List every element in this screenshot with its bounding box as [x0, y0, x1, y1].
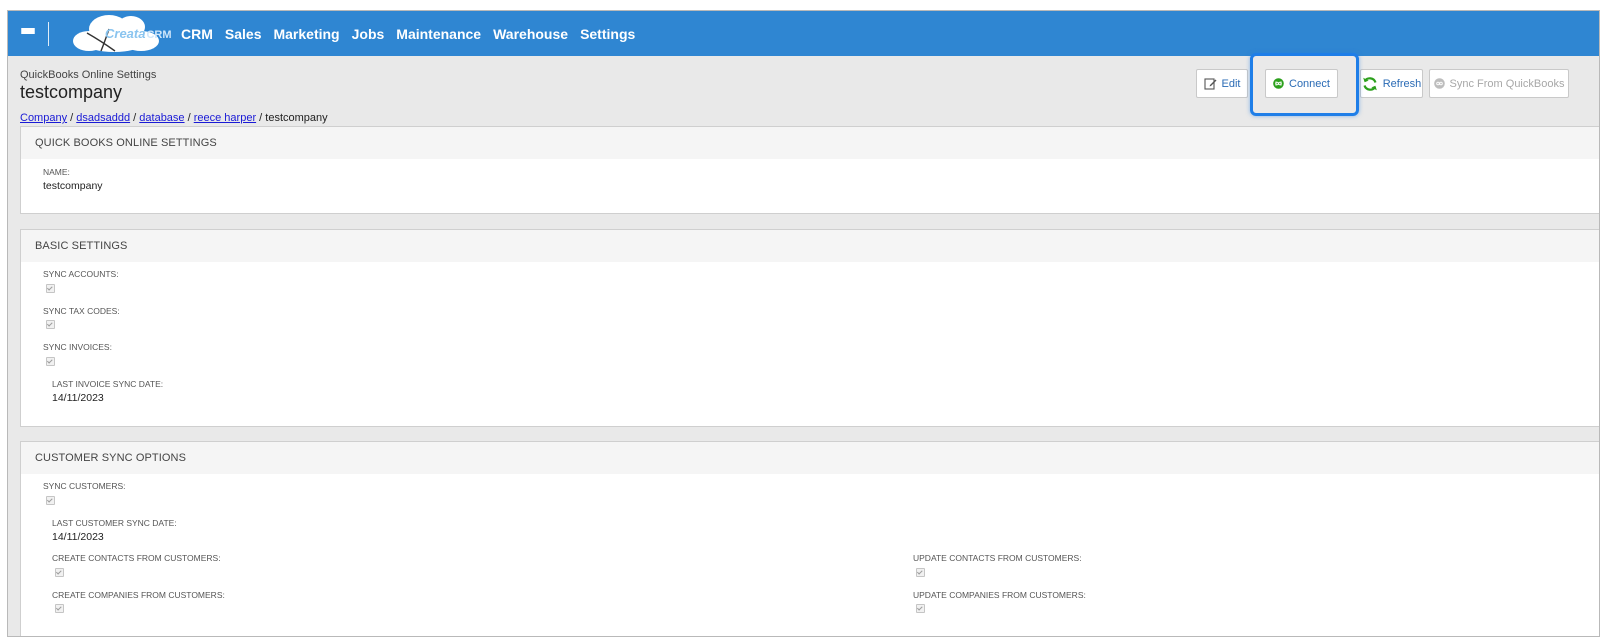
edit-button-label: Edit	[1221, 77, 1241, 90]
hamburger-icon	[21, 28, 35, 39]
refresh-button[interactable]: Refresh	[1360, 69, 1423, 98]
refresh-icon	[1362, 76, 1378, 92]
create-companies-checkbox[interactable]	[55, 604, 64, 613]
page-title: testcompany	[20, 82, 123, 102]
sync-tax-codes-label: SYNC TAX CODES:	[43, 306, 120, 316]
sync-tax-codes-checkbox[interactable]	[46, 320, 55, 329]
section-header: CUSTOMER SYNC OPTIONS	[21, 442, 1599, 474]
sync-accounts-label: SYNC ACCOUNTS:	[43, 269, 119, 279]
quickbooks-icon	[1433, 78, 1445, 89]
edit-button[interactable]: Edit	[1196, 69, 1248, 98]
logo[interactable]: CreataCRM	[69, 11, 181, 56]
breadcrumb-separator: /	[70, 112, 74, 124]
breadcrumb-separator: /	[187, 112, 191, 124]
basic-settings-section: BASIC SETTINGS SYNC ACCOUNTS: SYNC TAX C…	[20, 229, 1599, 427]
breadcrumb: Company / dsadsaddd / database / reece h…	[20, 112, 328, 124]
create-contacts-checkbox[interactable]	[55, 568, 64, 577]
nav-item-sales[interactable]: Sales	[225, 26, 262, 42]
breadcrumb-current: testcompany	[265, 112, 328, 124]
page-subtitle: QuickBooks Online Settings	[20, 69, 157, 81]
update-companies-checkbox[interactable]	[916, 604, 925, 613]
last-customer-sync-value: 14/11/2023	[52, 531, 104, 543]
nav-divider	[48, 21, 49, 46]
nav-item-settings[interactable]: Settings	[580, 26, 635, 42]
nav-item-jobs[interactable]: Jobs	[352, 26, 385, 42]
edit-icon	[1203, 77, 1217, 90]
connect-button[interactable]: Connect	[1265, 69, 1338, 98]
last-customer-sync-label: LAST CUSTOMER SYNC DATE:	[52, 518, 177, 528]
last-invoice-sync-value: 14/11/2023	[52, 392, 104, 404]
name-label: NAME:	[43, 167, 70, 177]
section-header: QUICK BOOKS ONLINE SETTINGS	[21, 127, 1599, 159]
name-value: testcompany	[43, 180, 103, 192]
update-contacts-checkbox[interactable]	[916, 568, 925, 577]
breadcrumb-link-company[interactable]: Company	[20, 112, 67, 124]
refresh-button-label: Refresh	[1382, 77, 1422, 90]
breadcrumb-link-dsadsaddd[interactable]: dsadsaddd	[76, 112, 130, 124]
customer-sync-options-section: CUSTOMER SYNC OPTIONS SYNC CUSTOMERS: LA…	[20, 441, 1599, 636]
sync-invoices-checkbox[interactable]	[46, 357, 55, 366]
breadcrumb-link-database[interactable]: database	[139, 112, 184, 124]
menu-toggle-button[interactable]	[8, 11, 48, 56]
logo-text: CreataCRM	[105, 26, 172, 41]
update-companies-label: UPDATE COMPANIES FROM CUSTOMERS:	[913, 590, 1086, 600]
update-contacts-label: UPDATE CONTACTS FROM CUSTOMERS:	[913, 553, 1082, 563]
breadcrumb-separator: /	[133, 112, 137, 124]
section-header: BASIC SETTINGS	[21, 230, 1599, 262]
quickbooks-settings-section: QUICK BOOKS ONLINE SETTINGS NAME: testco…	[20, 126, 1599, 214]
sync-from-quickbooks-button[interactable]: Sync From QuickBooks	[1429, 69, 1569, 98]
sync-customers-checkbox[interactable]	[46, 496, 55, 505]
top-navbar: CreataCRM CRM Sales Marketing Jobs Maint…	[8, 11, 1599, 56]
last-invoice-sync-label: LAST INVOICE SYNC DATE:	[52, 379, 164, 389]
create-contacts-label: CREATE CONTACTS FROM CUSTOMERS:	[52, 553, 221, 563]
create-companies-label: CREATE COMPANIES FROM CUSTOMERS:	[52, 590, 225, 600]
nav-item-warehouse[interactable]: Warehouse	[493, 26, 568, 42]
sync-invoices-label: SYNC INVOICES:	[43, 342, 112, 352]
sync-button-label: Sync From QuickBooks	[1449, 77, 1565, 90]
nav-item-maintenance[interactable]: Maintenance	[396, 26, 481, 42]
sync-accounts-checkbox[interactable]	[46, 284, 55, 293]
nav-item-marketing[interactable]: Marketing	[273, 26, 339, 42]
breadcrumb-separator: /	[259, 112, 263, 124]
breadcrumb-link-reece-harper[interactable]: reece harper	[194, 112, 256, 124]
connect-button-label: Connect	[1289, 77, 1330, 90]
app-window: CreataCRM CRM Sales Marketing Jobs Maint…	[7, 10, 1600, 637]
sync-customers-label: SYNC CUSTOMERS:	[43, 481, 126, 491]
nav-item-crm[interactable]: CRM	[181, 26, 213, 42]
quickbooks-icon	[1273, 78, 1284, 89]
